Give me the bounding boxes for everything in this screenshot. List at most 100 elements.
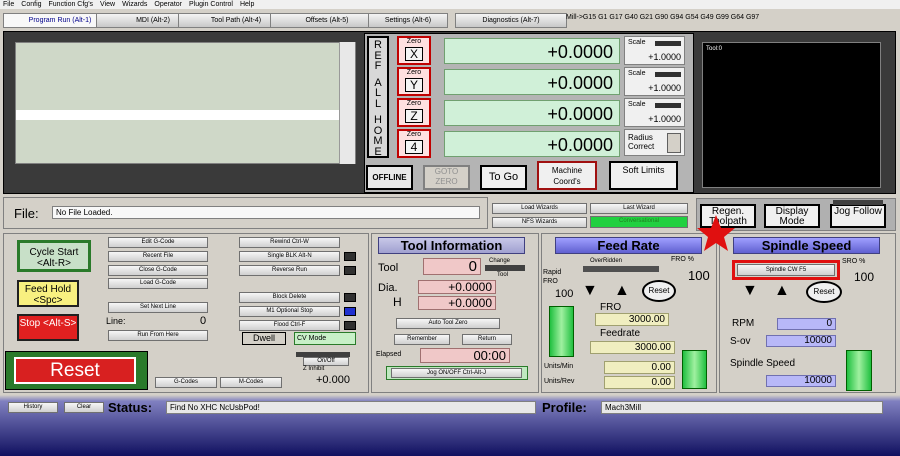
rewind-button[interactable]: Rewind Ctrl-W <box>239 237 340 248</box>
dro-x[interactable]: +0.0000 <box>444 38 620 64</box>
gcode-display[interactable] <box>15 42 356 164</box>
radius-correct-button[interactable]: Radius Correct <box>624 129 685 156</box>
units-rev-label: Units/Rev <box>544 378 575 385</box>
jog-follow-button[interactable]: Jog Follow <box>830 204 886 228</box>
sro-down-arrow-icon[interactable]: ▼ <box>742 282 758 300</box>
feedrate-label: Feedrate <box>600 328 641 339</box>
mcodes-button[interactable]: M-Codes <box>220 377 282 388</box>
menu-config[interactable]: Config <box>21 1 41 8</box>
zero-label: Zero <box>406 131 422 138</box>
overridden-led <box>583 266 659 272</box>
single-block-button[interactable]: Single BLK Alt-N <box>239 251 340 262</box>
feedrate-value[interactable]: 3000.00 <box>590 341 675 354</box>
dro-z[interactable]: +0.0000 <box>444 100 620 126</box>
scale-value: +1.0000 <box>648 114 681 124</box>
remember-button[interactable]: Remember <box>394 334 450 345</box>
sro-percent-value: 100 <box>854 270 875 284</box>
profile-label: Profile: <box>542 400 587 415</box>
zero-x-button[interactable]: Zero X <box>397 36 431 65</box>
gcode-scrollbar[interactable] <box>339 42 355 164</box>
zero-z-button[interactable]: Zero Z <box>397 98 431 127</box>
file-label: File: <box>14 206 39 221</box>
ref-all-home-button[interactable]: REFALLHOME <box>367 36 389 158</box>
fro-up-arrow-icon[interactable]: ▲ <box>614 282 630 300</box>
tab-settings[interactable]: Settings (Alt-6) <box>368 13 448 28</box>
axis-letter: Y <box>405 78 423 92</box>
scale-y[interactable]: Scale +1.0000 <box>624 67 685 96</box>
cycle-start-button[interactable]: Cycle Start <Alt-R> <box>17 240 91 272</box>
edit-gcode-button[interactable]: Edit G-Code <box>108 237 208 248</box>
fro-down-arrow-icon[interactable]: ▼ <box>582 282 598 300</box>
auto-tool-zero-button[interactable]: Auto Tool Zero <box>396 318 500 329</box>
block-delete-button[interactable]: Block Delete <box>239 292 340 303</box>
to-go-button[interactable]: To Go <box>480 165 527 190</box>
ref-letter: R <box>374 39 382 51</box>
m1-optional-stop-button[interactable]: M1 Optional Stop <box>239 306 340 317</box>
load-gcode-button[interactable]: Load G-Code <box>108 278 208 289</box>
flood-button[interactable]: Flood Ctrl-F <box>239 320 340 331</box>
scale-label: Scale <box>628 70 646 77</box>
load-wizards-button[interactable]: Load Wizards <box>492 203 587 214</box>
clear-button[interactable]: Clear <box>64 402 104 413</box>
menu-function-cfg[interactable]: Function Cfg's <box>49 1 94 8</box>
last-wizard-button[interactable]: Last Wizard <box>590 203 688 214</box>
fro-reset-button[interactable]: Reset <box>642 280 676 302</box>
axis-letter: 4 <box>405 140 423 154</box>
z-inhibit-button[interactable]: On/Off <box>303 357 349 366</box>
rapid-fro-slider[interactable] <box>549 306 574 357</box>
tool-height-field[interactable]: +0.0000 <box>418 296 496 310</box>
menu-wizards[interactable]: Wizards <box>122 1 147 8</box>
goto-zero-button[interactable]: GOTO ZERO <box>423 165 470 190</box>
display-mode-button[interactable]: Display Mode <box>764 204 820 228</box>
menu-file[interactable]: File <box>3 1 14 8</box>
stop-button[interactable]: Stop <Alt-S> <box>17 314 79 341</box>
zero-4-button[interactable]: Zero 4 <box>397 129 431 158</box>
menu-help[interactable]: Help <box>240 1 254 8</box>
dro-4[interactable]: +0.0000 <box>444 131 620 157</box>
z-inhibit-value: +0.000 <box>316 374 350 386</box>
run-from-here-button[interactable]: Run From Here <box>108 330 208 341</box>
feed-hold-button[interactable]: Feed Hold <Spc> <box>17 280 79 307</box>
tab-offsets[interactable]: Offsets (Alt-5) <box>270 13 384 28</box>
ref-letter: L <box>374 97 382 110</box>
history-button[interactable]: History <box>8 402 58 413</box>
conversational-button[interactable]: Conversational <box>590 216 688 228</box>
close-gcode-button[interactable]: Close G-Code <box>108 265 208 276</box>
units-rev-value: 0.00 <box>604 376 675 389</box>
menu-operator[interactable]: Operator <box>154 1 182 8</box>
recent-file-button[interactable]: Recent File <box>108 251 208 262</box>
sro-up-arrow-icon[interactable]: ▲ <box>774 282 790 300</box>
tab-diagnostics[interactable]: Diagnostics (Alt-7) <box>455 13 567 28</box>
scale-z[interactable]: Scale +1.0000 <box>624 98 685 127</box>
return-button[interactable]: Return <box>462 334 512 345</box>
soft-limits-button[interactable]: Soft Limits <box>609 161 678 190</box>
line-value: 0 <box>200 315 207 327</box>
toolpath-tool-label: Tool:0 <box>706 46 723 52</box>
reset-button[interactable]: Reset <box>14 357 136 384</box>
reverse-run-button[interactable]: Reverse Run <box>239 265 340 276</box>
machine-coords-button[interactable]: Machine Coord's <box>537 161 597 190</box>
feed-rate-slider[interactable] <box>682 350 707 389</box>
feed-rate-title: Feed Rate <box>555 237 702 254</box>
menu-plugin-control[interactable]: Plugin Control <box>189 1 233 8</box>
fro-percent-value: 100 <box>688 268 710 283</box>
tool-diameter-field[interactable]: +0.0000 <box>418 280 496 294</box>
dro-y[interactable]: +0.0000 <box>444 69 620 95</box>
spindle-speed-value[interactable]: 10000 <box>766 375 836 387</box>
spindle-speed-slider[interactable] <box>846 350 872 391</box>
gcodes-button[interactable]: G-Codes <box>155 377 217 388</box>
h-label: H <box>393 295 402 309</box>
tool-label: Tool <box>378 262 399 274</box>
toolpath-display[interactable]: Tool:0 <box>702 42 881 188</box>
tool-number-field[interactable]: 0 <box>423 258 481 275</box>
sro-reset-button[interactable]: Reset <box>806 281 842 303</box>
offline-button[interactable]: OFFLINE <box>366 165 413 190</box>
nfs-wizards-button[interactable]: NFS Wizards <box>492 217 587 228</box>
spindle-cw-button[interactable]: Spindle CW F5 <box>737 264 835 276</box>
set-next-line-button[interactable]: Set Next Line <box>108 302 208 313</box>
change-label: Change <box>489 258 511 264</box>
menu-view[interactable]: View <box>100 1 115 8</box>
zero-y-button[interactable]: Zero Y <box>397 67 431 96</box>
scale-x[interactable]: Scale +1.0000 <box>624 36 685 65</box>
jog-onoff-button[interactable]: Jog ON/OFF Ctrl-Alt-J <box>391 368 522 378</box>
